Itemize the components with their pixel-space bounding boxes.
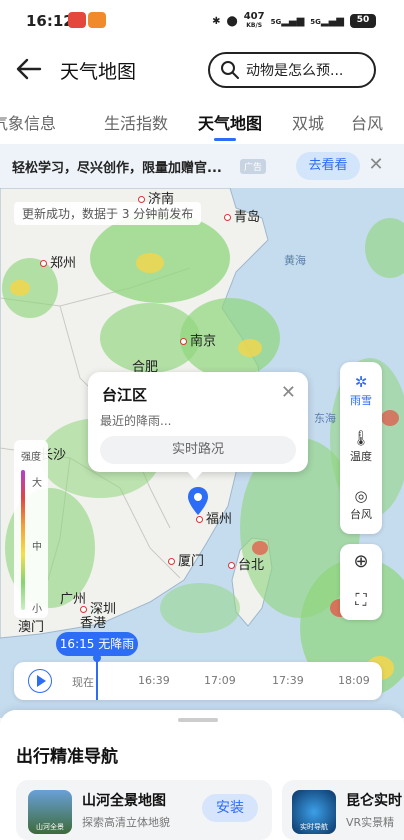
sea-label: 黄海 (284, 254, 306, 267)
bluetooth-icon: ✱ (212, 15, 221, 27)
typhoon-icon: ◎ (354, 487, 368, 505)
timeline-tick: 16:39 (138, 674, 170, 687)
fullscreen-button[interactable]: ⛶ (340, 590, 382, 610)
timeline-cursor[interactable] (93, 654, 101, 700)
status-bar: 16:12 ✱ ⬤ 407 KB/S 5G▂▄▆ 5G▂▄▆ 50 (0, 0, 404, 42)
location-pin-icon[interactable] (187, 486, 209, 516)
app-card[interactable]: 实时导航 昆仑实时 VR实景精 (282, 780, 404, 840)
notification-icon (68, 12, 86, 28)
play-icon[interactable] (28, 669, 52, 693)
app-name: 昆仑实时 (346, 793, 402, 809)
bottom-sheet: 出行精准导航 山河全景 山河全景地图 探索高清立体地貌 安装 实时导航 昆仑实时… (0, 710, 404, 840)
status-time: 16:12 (26, 12, 74, 30)
layer-controls: ✲ 雨雪 🌡 温度 ◎ 台风 (340, 362, 382, 534)
location-popup: 台江区 ✕ 最近的降雨... 实时路况 (88, 372, 308, 472)
legend-low: 小 (32, 604, 42, 615)
layer-typhoon[interactable]: ◎ 台风 (340, 486, 382, 522)
tab-weather-map[interactable]: 天气地图 (198, 110, 262, 134)
search-box[interactable]: 动物是怎么预... (208, 52, 376, 88)
legend-high: 大 (32, 478, 42, 489)
timeline-tick: 17:39 (272, 674, 304, 687)
app-thumbnail-label: 山河全景 (36, 823, 64, 831)
layer-temperature[interactable]: 🌡 温度 (340, 428, 382, 464)
app-thumbnail: 实时导航 (292, 790, 336, 834)
tab-typhoon[interactable]: 台风 (351, 110, 383, 134)
city-label[interactable]: 青岛 (224, 206, 260, 225)
ad-close-icon[interactable]: ✕ (366, 154, 386, 178)
ad-banner[interactable]: 轻松学习，尽兴创作，限量加赠官... 广告 去看看 ✕ (0, 144, 404, 188)
timeline-bar[interactable]: 现在 16:39 17:09 17:39 18:09 (14, 654, 382, 700)
tab-two-cities[interactable]: 双城 (292, 110, 324, 134)
app-card[interactable]: 山河全景 山河全景地图 探索高清立体地貌 安装 (16, 780, 272, 840)
ad-tag: 广告 (240, 159, 267, 174)
install-button[interactable]: 安装 (202, 794, 258, 822)
signal-icon: 5G▂▄▆ (270, 15, 305, 27)
city-label[interactable]: 香港 (80, 612, 106, 631)
legend-mid: 中 (32, 542, 42, 553)
search-icon (221, 61, 239, 79)
timeline-tick: 现在 (72, 676, 94, 689)
city-label[interactable]: 济南 (138, 188, 174, 207)
timeline-tick: 17:09 (204, 674, 236, 687)
tab-weather-info[interactable]: 气象信息 (0, 110, 56, 134)
locate-button[interactable]: ⊕ (340, 552, 382, 572)
location-icon: ⬤ (226, 15, 238, 27)
city-label[interactable]: 厦门 (168, 550, 204, 569)
city-label[interactable]: 台北 (228, 554, 264, 573)
legend-title: 强度 (21, 452, 41, 463)
app-thumbnail-label: 实时导航 (300, 823, 328, 831)
app-thumbnail: 山河全景 (28, 790, 72, 834)
status-right: ✱ ⬤ 407 KB/S 5G▂▄▆ 5G▂▄▆ 50 (212, 12, 376, 30)
search-placeholder: 动物是怎么预... (246, 63, 344, 79)
weather-map[interactable]: 更新成功，数据于 3 分钟前发布 济南 青岛 郑州 黄海 南京 合肥 长沙 东海… (0, 188, 404, 718)
timeline-tick: 18:09 (338, 674, 370, 687)
net-speed: 407 KB/S (243, 11, 265, 30)
tab-life-index[interactable]: 生活指数 (104, 110, 168, 134)
ad-go-button[interactable]: 去看看 (296, 152, 360, 180)
layer-rain-snow[interactable]: ✲ 雨雪 (340, 372, 382, 408)
ad-text: 轻松学习，尽兴创作，限量加赠官... (12, 161, 222, 176)
city-label[interactable]: 澳门 (18, 616, 44, 635)
popup-title: 台江区 (102, 386, 148, 404)
header: 天气地图 动物是怎么预... (0, 42, 404, 98)
city-label[interactable]: 郑州 (40, 252, 76, 271)
battery-icon: 50 (350, 14, 376, 28)
realtime-traffic-button[interactable]: 实时路况 (100, 436, 296, 464)
app-notification-icon (88, 12, 106, 28)
popup-close-icon[interactable]: ✕ (281, 382, 296, 403)
current-time-tip: 16:15 无降雨 (56, 632, 138, 656)
thermometer-icon: 🌡 (351, 429, 371, 447)
signal2-icon: 5G▂▄▆ (310, 15, 344, 27)
app-desc: VR实景精 (346, 816, 395, 829)
tab-underline (214, 138, 236, 141)
app-desc: 探索高清立体地貌 (82, 816, 170, 829)
tab-bar: 气象信息 生活指数 天气地图 双城 台风 (0, 98, 404, 144)
page-title: 天气地图 (60, 61, 137, 83)
locate-icon: ⊕ (353, 551, 369, 572)
app-name: 山河全景地图 (82, 793, 166, 809)
back-arrow-icon[interactable] (14, 54, 44, 84)
popup-arrow (186, 470, 204, 480)
city-label[interactable]: 南京 (180, 330, 216, 349)
popup-description: 最近的降雨... (100, 414, 172, 428)
rain-snow-icon: ✲ (354, 373, 368, 391)
sheet-handle[interactable] (178, 718, 218, 722)
fullscreen-icon: ⛶ (355, 590, 367, 609)
intensity-legend: 强度 大 中 小 (14, 440, 48, 618)
map-tools: ⊕ ⛶ (340, 544, 382, 620)
sea-label: 东海 (314, 412, 336, 425)
sheet-title: 出行精准导航 (16, 747, 118, 767)
